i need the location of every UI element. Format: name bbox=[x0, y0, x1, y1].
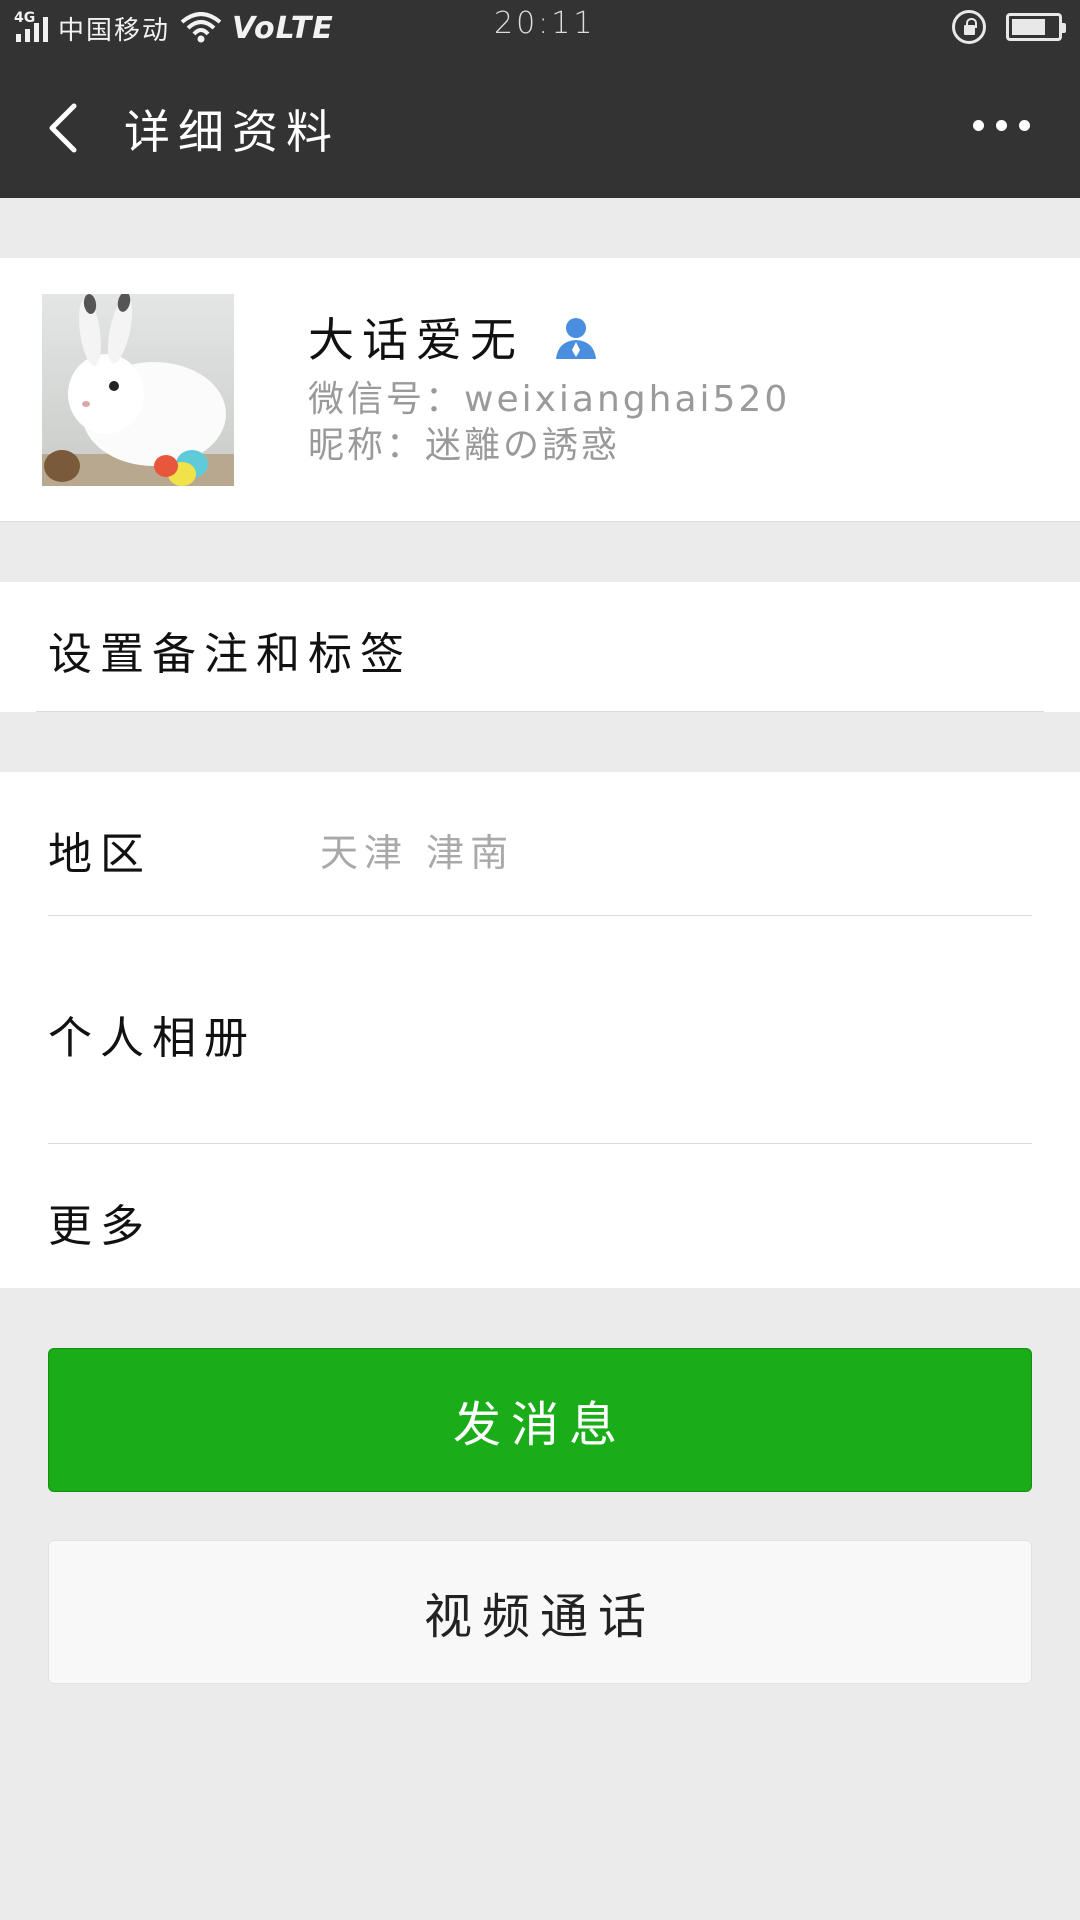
battery-level bbox=[1012, 19, 1045, 35]
more-options-icon[interactable] bbox=[973, 120, 1030, 131]
status-left: 4G 中国移动 VoLTE bbox=[14, 8, 334, 48]
signal-icon: 4G bbox=[14, 10, 48, 42]
avatar[interactable] bbox=[42, 294, 234, 486]
divider bbox=[48, 1143, 1032, 1144]
set-remark-and-tags[interactable]: 设置备注和标签 bbox=[48, 618, 412, 682]
rabbit-avatar-image bbox=[42, 294, 234, 486]
video-call-button[interactable]: 视频通话 bbox=[48, 1540, 1032, 1684]
send-message-button[interactable]: 发消息 bbox=[48, 1348, 1032, 1492]
profile-card[interactable]: 大话爱无 微信号：weixianghai520 昵称：迷離の誘惑 bbox=[0, 258, 1080, 522]
rotation-lock-icon bbox=[952, 10, 986, 44]
back-arrow-icon[interactable] bbox=[44, 102, 84, 154]
divider bbox=[48, 915, 1032, 916]
app-header: 详细资料 bbox=[0, 56, 1080, 198]
wifi-icon bbox=[180, 12, 222, 43]
page-title: 详细资料 bbox=[124, 105, 340, 159]
status-bar: 4G 中国移动 VoLTE 20:11 bbox=[0, 0, 1080, 56]
profile-name: 大话爱无 bbox=[308, 313, 524, 367]
personal-album-row[interactable]: 个人相册 bbox=[48, 1002, 256, 1066]
network-type: 4G bbox=[14, 10, 36, 26]
info-section: 地区 天津 津南 个人相册 更多 bbox=[0, 772, 1080, 1288]
profile-name-row: 大话爱无 bbox=[308, 304, 600, 370]
region-label: 地区 bbox=[48, 829, 152, 880]
wechat-id: 微信号：weixianghai520 bbox=[308, 379, 791, 420]
nickname: 昵称：迷離の誘惑 bbox=[308, 425, 621, 466]
more-row[interactable]: 更多 bbox=[48, 1190, 152, 1254]
divider bbox=[36, 711, 1044, 712]
carrier-name: 中国移动 bbox=[58, 15, 171, 46]
remark-section: 设置备注和标签 bbox=[0, 582, 1080, 712]
volte-indicator: VoLTE bbox=[232, 10, 334, 46]
status-right bbox=[952, 10, 1066, 44]
contact-person-icon bbox=[556, 318, 596, 359]
battery-icon bbox=[1006, 13, 1066, 41]
status-time: 20:11 bbox=[494, 6, 596, 41]
region-value: 天津 津南 bbox=[320, 831, 515, 875]
